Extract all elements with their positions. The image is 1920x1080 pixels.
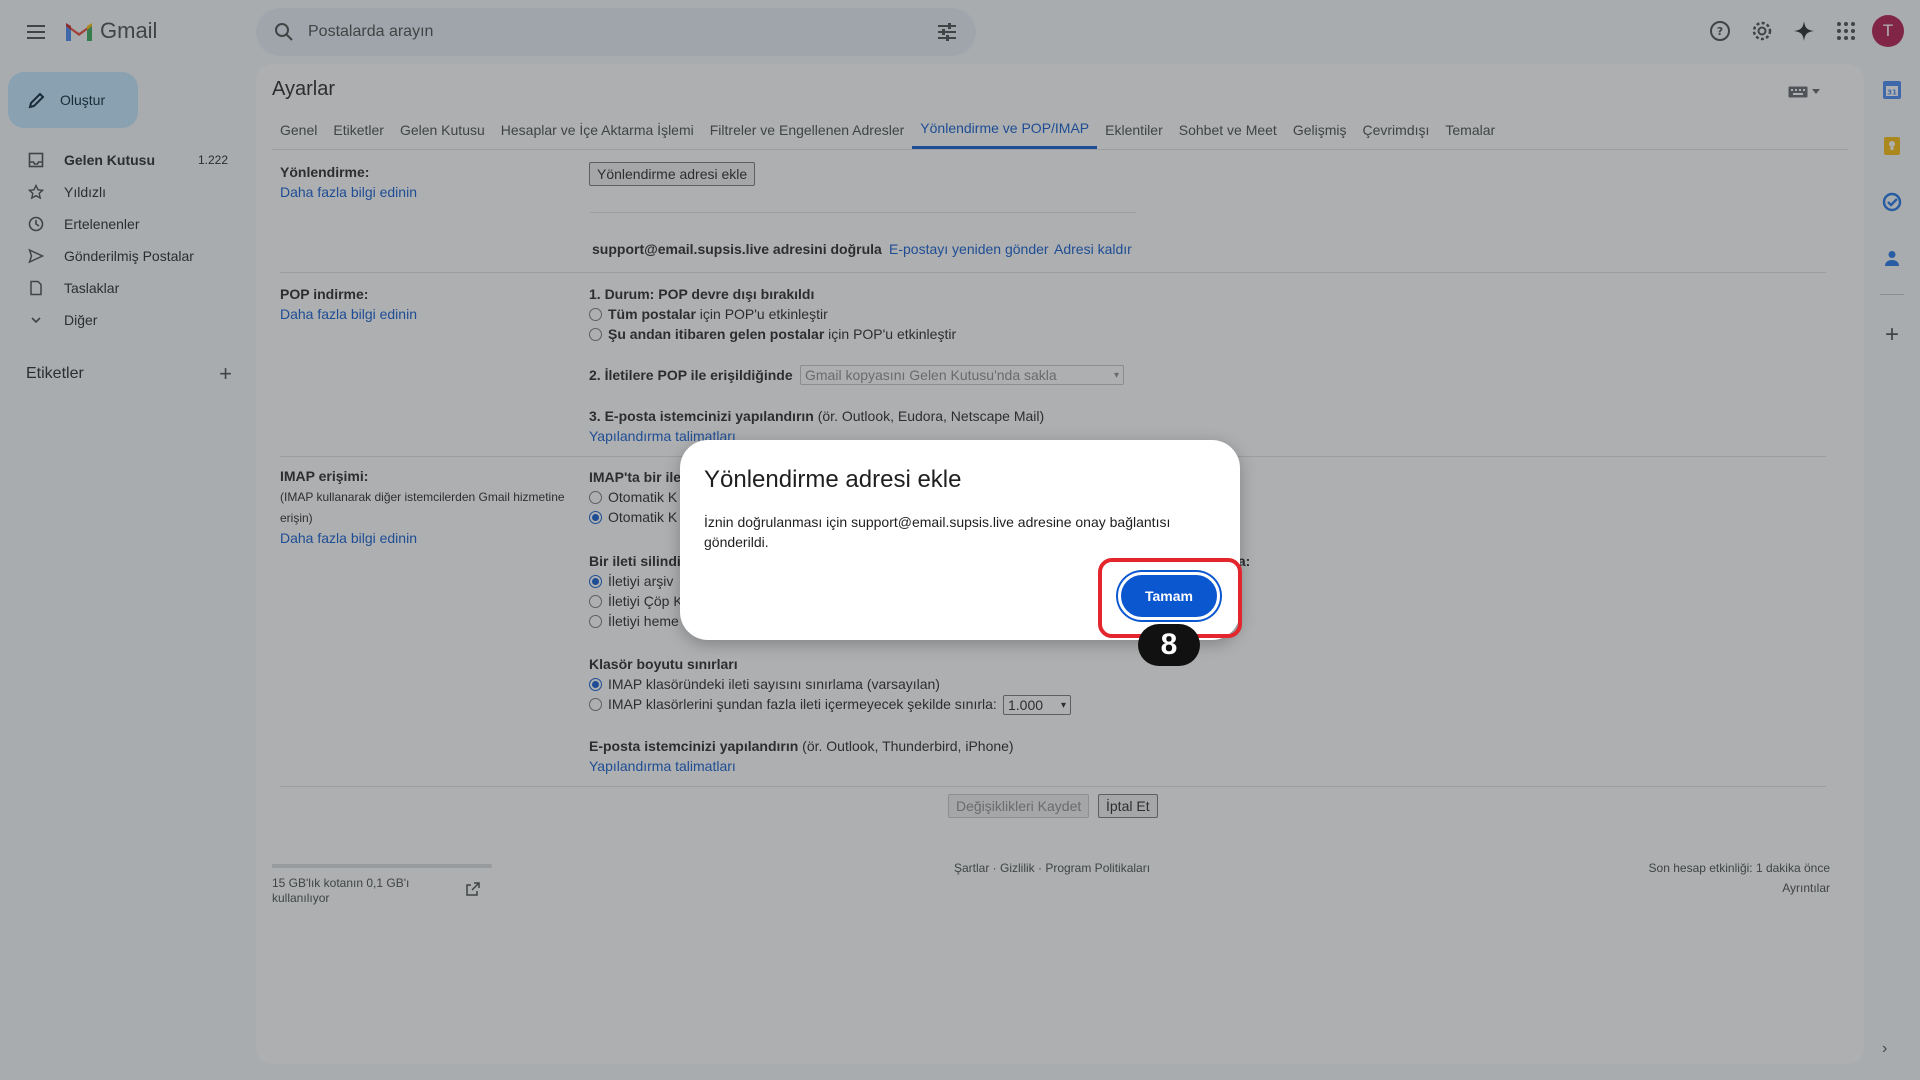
step-number-badge: 8 bbox=[1138, 624, 1200, 666]
dialog-title: Yönlendirme adresi ekle bbox=[704, 466, 962, 493]
ok-button[interactable]: Tamam bbox=[1118, 572, 1220, 620]
dialog-body: İznin doğrulanması için support@email.su… bbox=[704, 514, 1171, 550]
